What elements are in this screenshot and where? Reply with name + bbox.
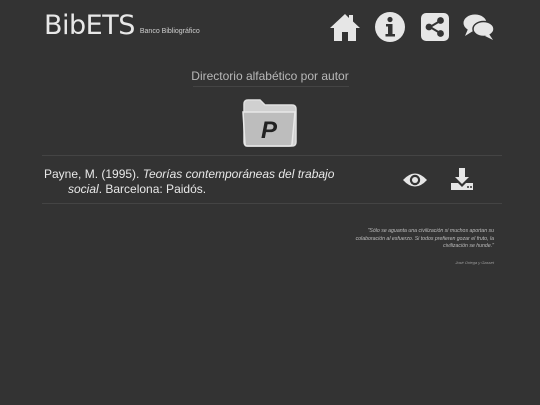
chat-icon[interactable] — [462, 10, 496, 44]
divider — [42, 155, 502, 156]
logo-subtitle: Banco Bibliográfico — [139, 28, 200, 35]
logo-text: BibETS — [44, 10, 135, 41]
bibliography-entry: Payne, M. (1995). Teorías contemporáneas… — [44, 167, 362, 196]
info-icon[interactable] — [373, 10, 407, 44]
entry-publisher: . Barcelona: Paidós. — [98, 181, 207, 196]
entry-title-1: Teorías contemporáneas del trabajo — [142, 167, 335, 181]
divider — [193, 86, 349, 87]
quote-author: José Ortega y Gasset — [455, 260, 494, 265]
entry-title-2: social — [68, 181, 99, 196]
divider — [42, 203, 502, 204]
folder-letter: P — [261, 117, 278, 144]
share-icon[interactable] — [418, 10, 452, 44]
header: BibETS Banco Bibliográfico — [0, 0, 540, 55]
folder-letter-icon: P — [240, 98, 298, 148]
download-icon[interactable] — [450, 167, 474, 191]
eye-icon[interactable] — [402, 170, 428, 190]
home-icon[interactable] — [328, 10, 362, 44]
entry-author-year: Payne, M. (1995). — [44, 167, 143, 181]
directory-title: Directorio alfabético por autor — [191, 69, 349, 83]
logo[interactable]: BibETS Banco Bibliográfico — [44, 10, 200, 42]
quote-text: "Sólo se aguanta una civilización si muc… — [355, 228, 494, 250]
